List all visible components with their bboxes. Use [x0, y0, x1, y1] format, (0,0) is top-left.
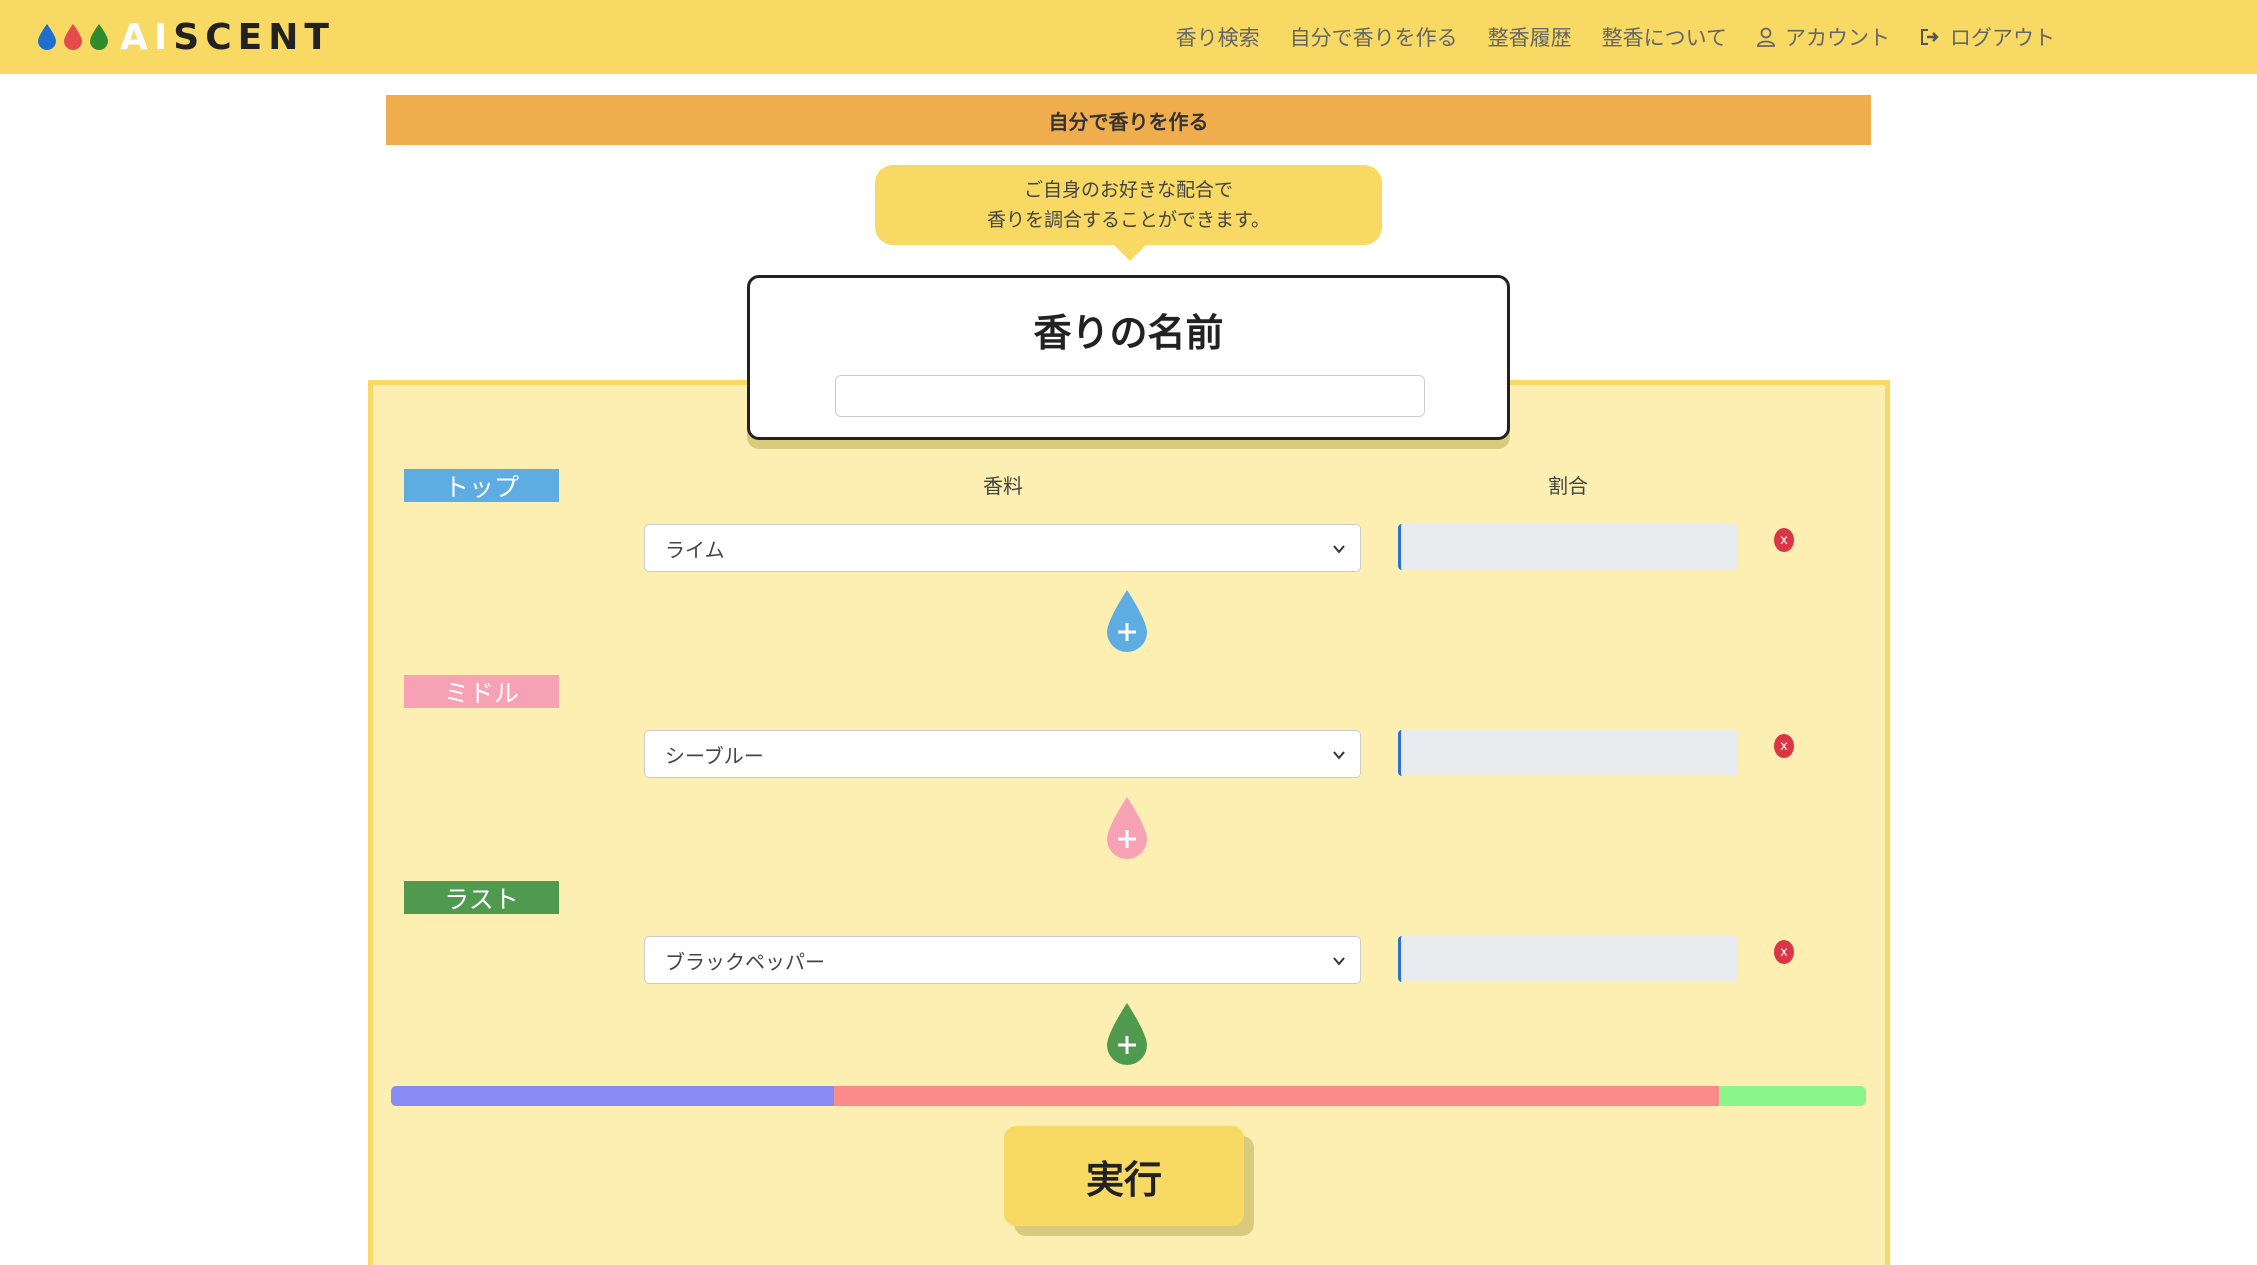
ingredient-select-middle[interactable]: シーブルー [644, 730, 1361, 778]
selected-ingredient: ブラックペッパー [665, 949, 825, 974]
ratio-input-top[interactable] [1398, 524, 1738, 570]
execute-button[interactable]: 実行 [1004, 1126, 1244, 1226]
ingredient-select-top[interactable]: ライム [644, 524, 1361, 572]
logo-scent: SCENT [173, 16, 335, 58]
note-label-top: トップ [404, 469, 559, 502]
page-title: 自分で香りを作る [386, 95, 1871, 145]
nav-label: ログアウト [1950, 26, 2055, 50]
blue-drop-icon [38, 24, 56, 50]
note-label-last: ラスト [404, 881, 559, 914]
nav-label: 香り検索 [1175, 26, 1260, 50]
ratio-column-header: 割合 [1548, 474, 1588, 498]
note-label-middle: ミドル [404, 675, 559, 708]
user-icon [1757, 27, 1775, 47]
progress-segment [833, 1086, 1719, 1106]
delete-button-middle[interactable]: x [1774, 734, 1794, 758]
progress-segment [1718, 1086, 1866, 1106]
ratio-input-middle[interactable] [1398, 730, 1738, 776]
selected-ingredient: ライム [665, 537, 725, 562]
nav-label: 自分で香りを作る [1289, 26, 1458, 50]
red-drop-icon [64, 24, 82, 50]
logo-text: AISCENT [120, 17, 335, 58]
logo[interactable]: AISCENT [38, 17, 335, 58]
green-drop-icon [90, 24, 108, 50]
nav-label: アカウント [1785, 26, 1890, 50]
delete-button-top[interactable]: x [1774, 528, 1794, 552]
logout-icon [1921, 29, 1939, 45]
description-bubble: ご自身のお好きな配合で 香りを調合することができます。 [875, 165, 1382, 245]
logo-ai: AI [120, 16, 174, 58]
ingredient-select-last[interactable]: ブラックペッパー [644, 936, 1361, 984]
ingredient-column-header: 香料 [983, 474, 1023, 498]
nav-item-about[interactable]: 整香について [1602, 22, 1727, 52]
nav-item-history[interactable]: 整香履歴 [1488, 22, 1572, 52]
ratio-progress-bar [391, 1086, 1866, 1106]
nav-item-logout[interactable]: ログアウト [1920, 22, 2055, 52]
bubble-tail [1113, 244, 1147, 261]
bubble-line-1: ご自身のお好きな配合で [1023, 179, 1233, 201]
selected-ingredient: シーブルー [665, 743, 764, 768]
nav-item-create[interactable]: 自分で香りを作る [1290, 22, 1458, 52]
chevron-down-icon [1333, 957, 1345, 966]
add-middle-ingredient-icon[interactable] [1107, 797, 1147, 859]
ratio-input-last[interactable] [1398, 936, 1738, 982]
bubble-line-2: 香りを調合することができます。 [986, 209, 1271, 231]
name-card-title: 香りの名前 [1033, 311, 1224, 355]
chevron-down-icon [1333, 545, 1345, 554]
chevron-down-icon [1333, 751, 1345, 760]
nav-item-account[interactable]: アカウント [1757, 22, 1890, 52]
progress-segment [391, 1086, 834, 1106]
name-card: 香りの名前 [747, 275, 1510, 440]
delete-button-last[interactable]: x [1774, 940, 1794, 964]
nav-item-search[interactable]: 香り検索 [1176, 22, 1260, 52]
nav-menu: 香り検索 自分で香りを作る 整香履歴 整香について アカウント ログアウト [1146, 0, 2055, 74]
scent-name-input[interactable] [835, 375, 1425, 417]
nav-label: 整香履歴 [1487, 26, 1572, 50]
add-last-ingredient-icon[interactable] [1107, 1003, 1147, 1065]
nav-label: 整香について [1601, 26, 1727, 50]
add-top-ingredient-icon[interactable] [1107, 590, 1147, 652]
navbar: AISCENT 香り検索 自分で香りを作る 整香履歴 整香について アカウント … [0, 0, 2257, 74]
